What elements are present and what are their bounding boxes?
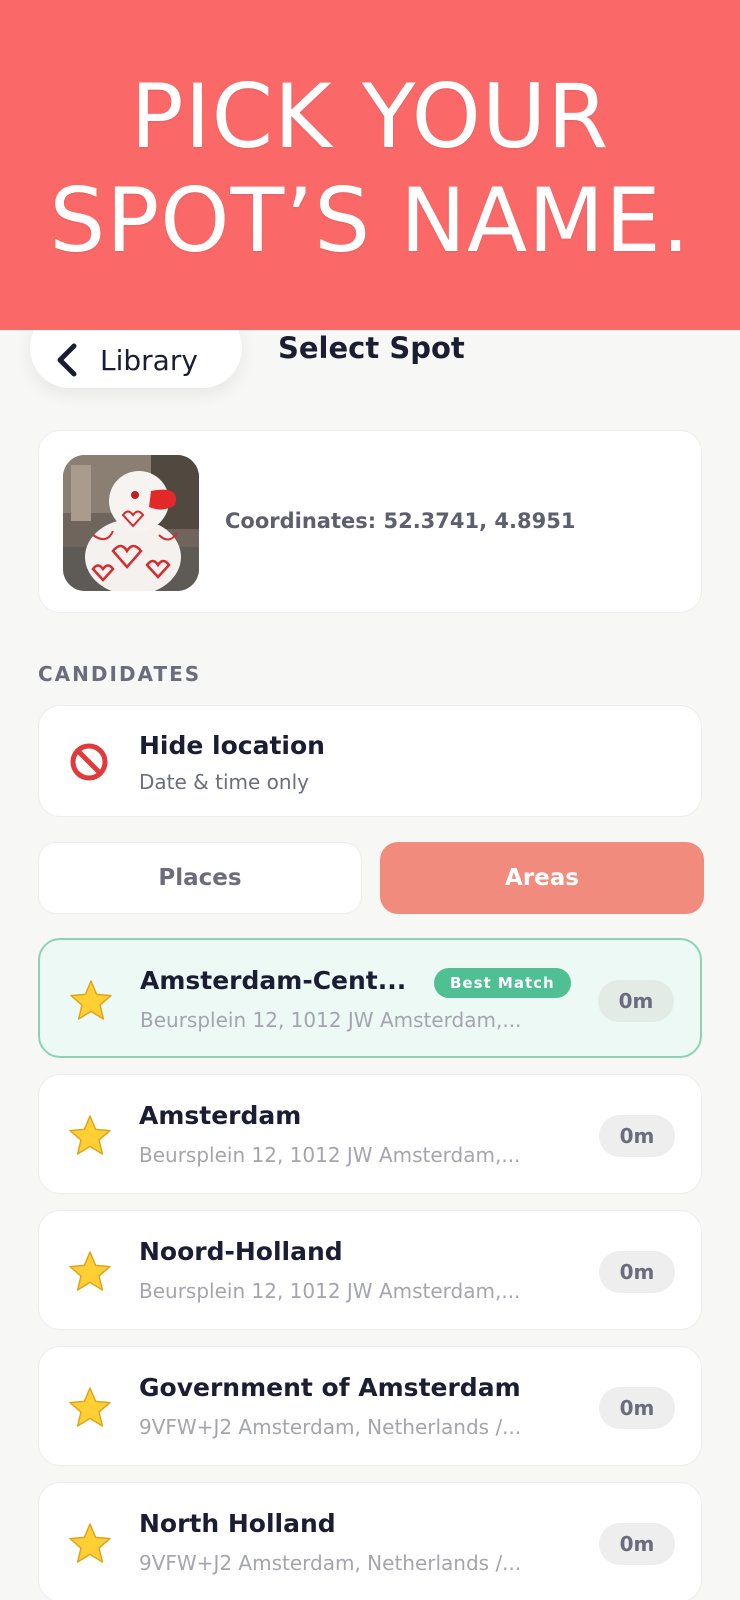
candidate-address: Beursplein 12, 1012 JW Amsterdam,... <box>139 1279 521 1303</box>
candidate-name: Noord-Holland <box>139 1237 343 1266</box>
candidate-address: 9VFW+J2 Amsterdam, Netherlands /... <box>139 1551 522 1575</box>
candidate-name: North Holland <box>139 1509 336 1538</box>
star-icon <box>69 1387 111 1427</box>
candidate-name: Amsterdam <box>139 1101 302 1130</box>
coordinates-text: Coordinates: 52.3741, 4.8951 <box>225 509 576 533</box>
hide-location-option[interactable]: Hide location Date & time only <box>38 705 702 817</box>
photo-info-card: Coordinates: 52.3741, 4.8951 <box>38 430 702 613</box>
star-icon <box>69 1251 111 1291</box>
duck-photo-image <box>63 455 199 591</box>
candidate-item[interactable]: Amsterdam-Cent... Best Match Beursplein … <box>38 938 702 1058</box>
candidate-name: Government of Amsterdam <box>139 1373 521 1402</box>
candidate-item[interactable]: Noord-Holland Beursplein 12, 1012 JW Ams… <box>38 1210 702 1330</box>
hide-location-title: Hide location <box>139 731 325 760</box>
page-title: Select Spot <box>278 331 465 365</box>
hide-location-subtitle: Date & time only <box>139 770 309 794</box>
tab-areas[interactable]: Areas <box>380 842 704 914</box>
candidate-item[interactable]: Amsterdam Beursplein 12, 1012 JW Amsterd… <box>38 1074 702 1194</box>
candidate-name: Amsterdam-Cent... <box>140 966 407 995</box>
chevron-left-icon <box>57 343 77 377</box>
star-icon <box>69 1115 111 1155</box>
candidate-distance: 0m <box>599 1523 675 1565</box>
photo-thumbnail[interactable] <box>63 455 199 591</box>
candidates-section-label: CANDIDATES <box>38 662 202 686</box>
candidate-item[interactable]: Government of Amsterdam 9VFW+J2 Amsterda… <box>38 1346 702 1466</box>
candidate-tabs: Places Areas <box>38 842 704 914</box>
back-button-label: Library <box>100 343 198 377</box>
banner-line-2: SPOT’S NAME. <box>49 169 691 272</box>
candidate-distance: 0m <box>599 1251 675 1293</box>
candidate-distance: 0m <box>599 1387 675 1429</box>
banner-line-1: PICK YOUR <box>130 65 610 168</box>
candidate-distance: 0m <box>599 1115 675 1157</box>
candidate-address: Beursplein 12, 1012 JW Amsterdam,... <box>140 1008 522 1032</box>
candidate-distance: 0m <box>598 980 674 1022</box>
best-match-badge: Best Match <box>434 968 571 998</box>
candidate-item[interactable]: North Holland 9VFW+J2 Amsterdam, Netherl… <box>38 1482 702 1600</box>
candidate-address: Beursplein 12, 1012 JW Amsterdam,... <box>139 1143 521 1167</box>
star-icon <box>70 980 112 1020</box>
promo-banner: PICK YOUR SPOT’S NAME. <box>0 0 740 330</box>
candidate-address: 9VFW+J2 Amsterdam, Netherlands /... <box>139 1415 522 1439</box>
star-icon <box>69 1523 111 1563</box>
tab-places[interactable]: Places <box>38 842 362 914</box>
no-entry-icon <box>70 743 108 781</box>
